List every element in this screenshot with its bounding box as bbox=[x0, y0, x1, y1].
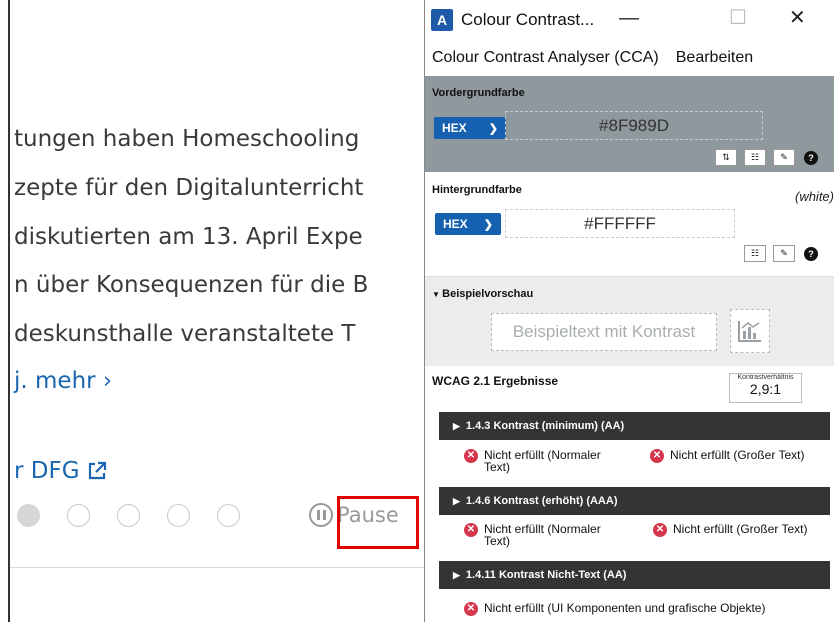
pause-icon bbox=[309, 503, 333, 527]
result-text: Nicht erfüllt (UI Komponenten und grafis… bbox=[484, 601, 766, 615]
swap-icon[interactable]: ⇅ bbox=[715, 149, 737, 166]
slider-dots bbox=[17, 504, 240, 527]
maximize-button[interactable]: ☐ bbox=[729, 8, 747, 28]
window-title: Colour Contrast... bbox=[461, 10, 595, 29]
contrast-ratio-label: Kontrastverhältnis bbox=[737, 374, 794, 381]
fail-icon: ✕ bbox=[653, 523, 667, 537]
menu-item-cca[interactable]: Colour Contrast Analyser (CCA) bbox=[432, 49, 659, 67]
slider-dot[interactable] bbox=[67, 504, 90, 527]
chart-icon[interactable] bbox=[730, 309, 770, 353]
slider-dot[interactable] bbox=[167, 504, 190, 527]
color-name-hint: (white) bbox=[794, 189, 834, 204]
article-text-line: zepte für den Digitalunterricht bbox=[14, 175, 364, 201]
background-label: Hintergrundfarbe bbox=[432, 184, 522, 196]
result-text: Nicht erfüllt (Normaler Text) bbox=[484, 522, 601, 548]
result-text: Nicht erfüllt (Großer Text) bbox=[673, 522, 808, 536]
criterion-title: 1.4.6 Kontrast (erhöht) (AAA) bbox=[465, 495, 618, 507]
caret-right-icon: ▶ bbox=[453, 420, 460, 431]
slider-dot[interactable] bbox=[17, 504, 40, 527]
contrast-ratio-box: Kontrastverhältnis 2,9:1 bbox=[729, 373, 802, 403]
highlight-frame bbox=[337, 496, 419, 549]
eyedropper-icon[interactable]: ✎ bbox=[773, 245, 795, 262]
article-text-line: diskutierten am 13. April Expe bbox=[14, 224, 363, 250]
fail-icon: ✕ bbox=[464, 602, 478, 616]
background-format-select[interactable]: HEX ❯ bbox=[435, 213, 501, 235]
cca-logo-icon: A bbox=[431, 9, 453, 31]
result-text: Nicht erfüllt (Großer Text) bbox=[670, 448, 805, 462]
criterion-header[interactable]: ▶ 1.4.3 Kontrast (minimum) (AA) bbox=[439, 412, 830, 440]
help-icon[interactable]: ? bbox=[804, 151, 818, 165]
format-label: HEX bbox=[443, 217, 468, 231]
background-tools: ☷ ✎ ? bbox=[744, 245, 818, 262]
fail-icon: ✕ bbox=[464, 523, 478, 537]
eyedropper-icon[interactable]: ✎ bbox=[773, 149, 795, 166]
slider-dot[interactable] bbox=[217, 504, 240, 527]
sliders-icon[interactable]: ☷ bbox=[744, 245, 766, 262]
foreground-tools: ⇅ ☷ ✎ ? bbox=[715, 149, 818, 166]
caret-right-icon: ▶ bbox=[453, 569, 460, 580]
results-title: WCAG 2.1 Ergebnisse bbox=[432, 374, 559, 388]
dfg-link-label: r DFG bbox=[14, 458, 80, 484]
result-item: ✕ Nicht erfüllt (Normaler Text) bbox=[464, 523, 624, 547]
sample-text-preview: Beispieltext mit Kontrast bbox=[491, 313, 717, 351]
chevron-down-icon: ❯ bbox=[488, 122, 498, 135]
divider bbox=[10, 567, 425, 568]
chevron-down-icon: ❯ bbox=[483, 218, 493, 231]
cca-window: A Colour Contrast... — ☐ ✕ Colour Contra… bbox=[424, 0, 834, 622]
external-link-icon bbox=[86, 460, 108, 482]
article-text-line: deskunsthalle veranstaltete T bbox=[14, 321, 356, 347]
criterion-title: 1.4.3 Kontrast (minimum) (AA) bbox=[465, 420, 625, 432]
article-text-line: n über Konsequenzen für die B bbox=[14, 272, 369, 298]
contrast-ratio-value: 2,9:1 bbox=[749, 381, 782, 397]
result-item: ✕ Nicht erfüllt (Normaler Text) bbox=[464, 449, 624, 473]
background-hex-input[interactable]: #FFFFFF bbox=[505, 209, 735, 238]
foreground-format-select[interactable]: HEX ❯ bbox=[434, 117, 506, 139]
preview-section: ▼ Beispielvorschau Beispieltext mit Kont… bbox=[425, 276, 834, 366]
title-bar[interactable]: A Colour Contrast... — ☐ ✕ bbox=[425, 0, 834, 40]
criterion-header[interactable]: ▶ 1.4.11 Kontrast Nicht-Text (AA) bbox=[439, 561, 830, 589]
minimize-button[interactable]: — bbox=[619, 8, 639, 28]
dfg-link[interactable]: r DFG bbox=[14, 458, 108, 484]
caret-down-icon: ▼ bbox=[432, 290, 443, 299]
slider-dot[interactable] bbox=[117, 504, 140, 527]
foreground-label: Vordergrundfarbe bbox=[432, 87, 525, 99]
foreground-hex-input[interactable]: #8F989D bbox=[505, 111, 763, 140]
caret-right-icon: ▶ bbox=[453, 495, 460, 506]
criterion-title: 1.4.11 Kontrast Nicht-Text (AA) bbox=[465, 569, 627, 581]
preview-label: Beispielvorschau bbox=[442, 288, 534, 300]
foreground-section: Vordergrundfarbe HEX ❯ #8F989D ⇅ ☷ ✎ ? bbox=[425, 76, 834, 172]
fail-icon: ✕ bbox=[650, 449, 664, 463]
criterion-header[interactable]: ▶ 1.4.6 Kontrast (erhöht) (AAA) bbox=[439, 487, 830, 515]
preview-toggle[interactable]: ▼ Beispielvorschau bbox=[432, 288, 533, 300]
result-text: Nicht erfüllt (Normaler Text) bbox=[484, 448, 601, 474]
result-item: ✕ Nicht erfüllt (UI Komponenten und graf… bbox=[464, 602, 834, 616]
format-label: HEX bbox=[442, 121, 467, 135]
close-button[interactable]: ✕ bbox=[789, 8, 806, 28]
fail-icon: ✕ bbox=[464, 449, 478, 463]
result-item: ✕ Nicht erfüllt (Großer Text) bbox=[650, 449, 834, 463]
result-item: ✕ Nicht erfüllt (Großer Text) bbox=[653, 523, 834, 537]
help-icon[interactable]: ? bbox=[804, 247, 818, 261]
results-section: WCAG 2.1 Ergebnisse Kontrastverhältnis 2… bbox=[425, 366, 834, 622]
menu-bar: Colour Contrast Analyser (CCA) Bearbeite… bbox=[425, 40, 834, 76]
background-section: Hintergrundfarbe (white) HEX ❯ #FFFFFF ☷… bbox=[425, 172, 834, 276]
sliders-icon[interactable]: ☷ bbox=[744, 149, 766, 166]
read-more-link[interactable]: j. mehr › bbox=[14, 368, 112, 394]
article-text-line: tungen haben Homeschooling bbox=[14, 126, 360, 152]
menu-item-edit[interactable]: Bearbeiten bbox=[676, 49, 753, 67]
